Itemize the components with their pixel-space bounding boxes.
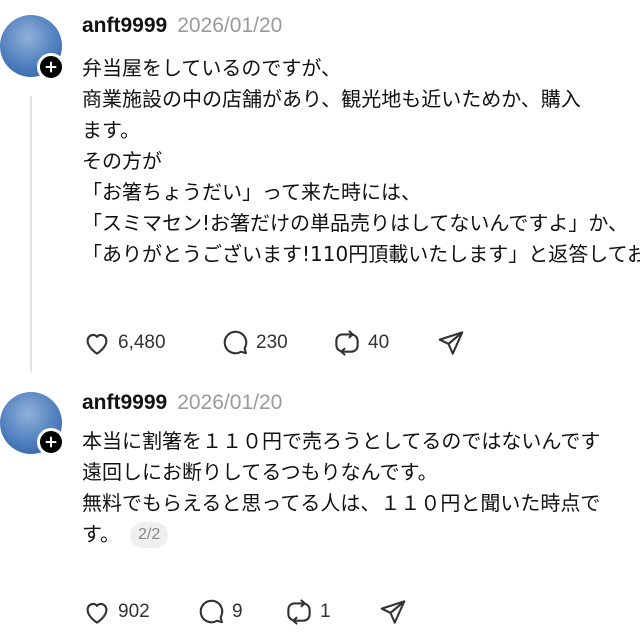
username[interactable]: anft9999	[82, 14, 167, 38]
heart-icon	[86, 602, 108, 624]
reply-count: 230	[256, 332, 288, 353]
post-text-line: 「ありがとうございます!110円頂載いたします」と返答してお	[82, 242, 640, 266]
share-icon	[438, 331, 464, 355]
thread-line	[30, 96, 32, 372]
repost-icon	[287, 599, 311, 625]
follow-button[interactable]	[37, 53, 65, 81]
repost-icon	[335, 330, 359, 356]
comment-icon	[223, 330, 248, 355]
username[interactable]: anft9999	[82, 391, 167, 415]
timestamp[interactable]: 2026/01/20	[177, 391, 282, 415]
post-text: 本当に割箸を１１０円で売ろうとしてるのではないんです 遠回しにお断りしてるつもり…	[82, 426, 600, 550]
action-bar: 6,480 230 40	[82, 328, 466, 358]
reply-count: 9	[232, 601, 243, 622]
post-text-line: 遠回しにお断りしてるつもりなんです。	[82, 460, 438, 484]
like-button[interactable]: 6,480	[82, 328, 220, 358]
reply-button[interactable]: 9	[196, 597, 284, 627]
post-text-line: す。 2/2	[82, 519, 600, 550]
post-text-line: 「スミマセン!お箸だけの単品売りはしてないんですよ」か、	[82, 211, 629, 235]
add-icon	[45, 61, 57, 73]
post-text: 弁当屋をしているのですが、 商業施設の中の店舗があり、観光地も近いためか、購入 …	[82, 53, 640, 270]
share-button[interactable]	[378, 597, 408, 627]
thread-feed: anft9999 2026/01/20 弁当屋をしているのですが、 商業施設の中…	[0, 0, 640, 640]
post-text-line: その方が	[82, 149, 162, 173]
share-button[interactable]	[436, 328, 466, 358]
reply-button[interactable]: 230	[220, 328, 332, 358]
follow-button[interactable]	[37, 428, 65, 456]
comment-icon	[199, 599, 224, 624]
post-text-line: 商業施設の中の店舗があり、観光地も近いためか、購入	[82, 87, 581, 111]
post: anft9999 2026/01/20 本当に割箸を１１０円で売ろうとしてるので…	[0, 378, 640, 640]
post-text-line: 無料でもらえると思ってる人は、１１０円と聞いた時点で	[82, 491, 601, 515]
like-count: 902	[118, 601, 150, 622]
like-count: 6,480	[118, 332, 166, 353]
post-text-line: 弁当屋をしているのですが、	[82, 56, 341, 80]
post: anft9999 2026/01/20 弁当屋をしているのですが、 商業施設の中…	[0, 0, 640, 378]
post-header: anft9999 2026/01/20	[82, 391, 282, 415]
like-button[interactable]: 902	[82, 597, 196, 627]
add-icon	[45, 436, 57, 448]
action-bar: 902 9 1	[82, 597, 408, 627]
post-text-line: 「お箸ちょうだい」って来た時には、	[82, 180, 421, 204]
post-text-line: 本当に割箸を１１０円で売ろうとしてるのではないんです	[82, 429, 601, 453]
post-text-line: ます。	[82, 118, 140, 142]
repost-count: 40	[368, 332, 390, 353]
post-header: anft9999 2026/01/20	[82, 14, 282, 38]
page-indicator: 2/2	[130, 522, 169, 548]
repost-count: 1	[320, 601, 331, 622]
share-icon	[380, 600, 406, 624]
post-text-fragment: す。	[82, 522, 120, 546]
repost-button[interactable]: 40	[332, 328, 436, 358]
heart-icon	[86, 333, 108, 355]
repost-button[interactable]: 1	[284, 597, 378, 627]
timestamp[interactable]: 2026/01/20	[177, 14, 282, 38]
